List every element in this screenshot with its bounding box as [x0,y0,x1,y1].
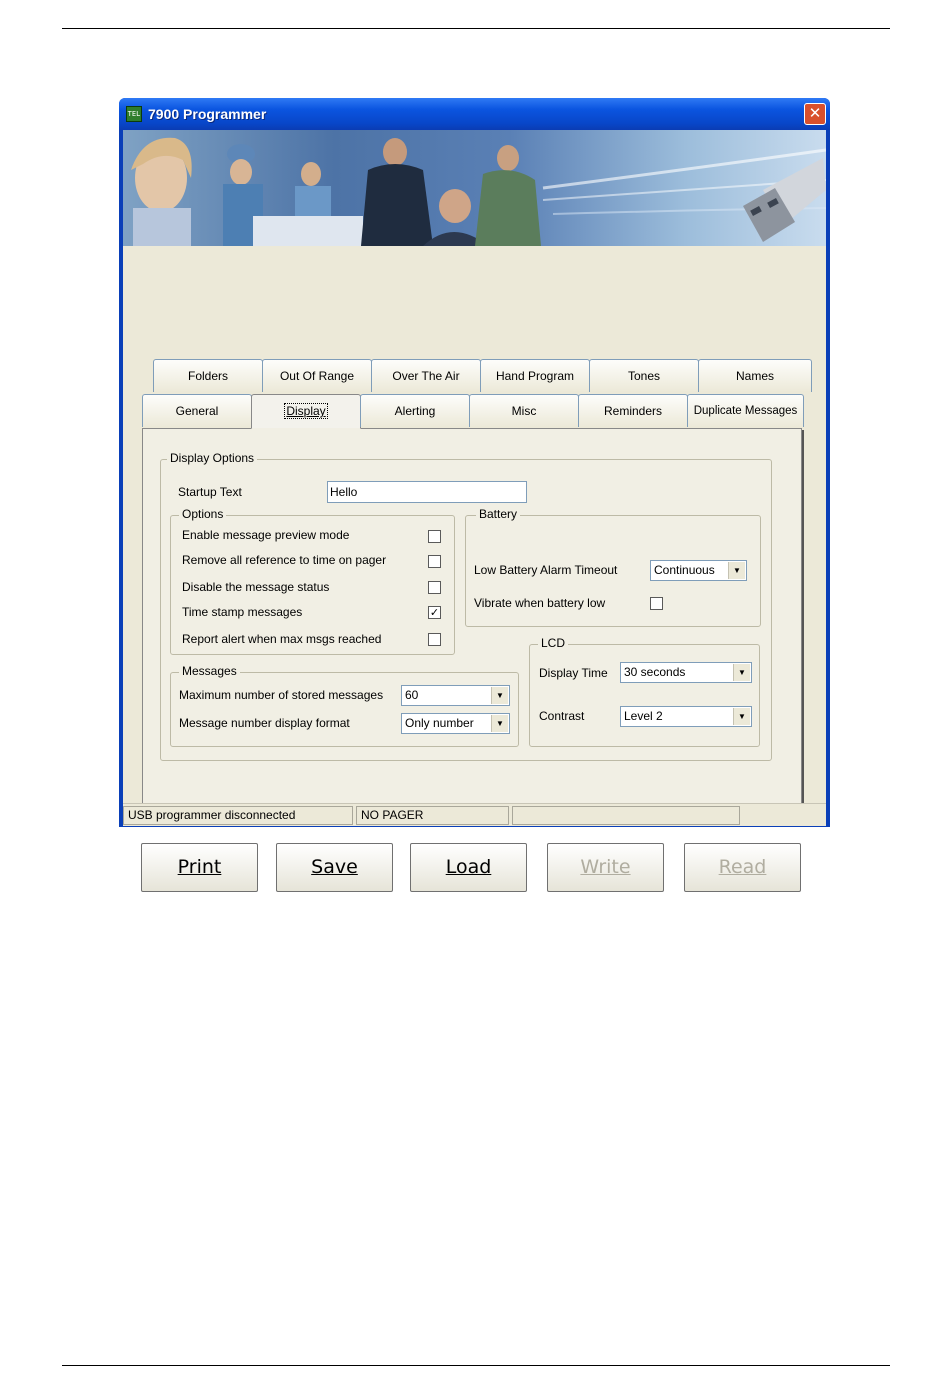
option-label-remove-time: Remove all reference to time on pager [182,553,387,567]
page-top-rule [62,28,890,29]
programmer-window: TEL 7900 Programmer ✕ Folders Out Of Ran… [119,98,830,892]
display-time-label: Display Time [539,666,608,680]
read-button-label: Read [718,856,767,878]
tab-duplicate-messages[interactable]: Duplicate Messages [687,394,804,427]
tab-display[interactable]: Display [251,394,361,429]
close-icon[interactable]: ✕ [804,103,826,125]
write-button[interactable]: Write [547,843,664,892]
max-stored-value: 60 [405,688,419,702]
contrast-value: Level 2 [624,709,663,723]
title-bar[interactable]: TEL 7900 Programmer ✕ [119,98,830,130]
messages-group-label: Messages [179,664,240,678]
app-icon: TEL [126,106,142,122]
status-extra [512,806,740,825]
option-label-disable-status: Disable the message status [182,580,330,594]
chevron-down-icon[interactable]: ▼ [733,664,750,681]
number-format-dropdown[interactable]: Only number ▼ [401,713,510,734]
save-button-label: Save [311,856,358,878]
alarm-timeout-value: Continuous [654,563,715,577]
chevron-down-icon[interactable]: ▼ [491,715,508,732]
max-stored-label: Maximum number of stored messages [179,688,384,702]
print-button-label: Print [177,856,222,878]
banner-illustration [131,137,826,246]
display-options-label: Display Options [167,451,258,465]
lcd-group-label: LCD [538,636,569,650]
checkbox-disable-status[interactable] [428,581,441,594]
tab-hand-program[interactable]: Hand Program [480,359,590,392]
checkbox-remove-time[interactable] [428,555,441,568]
tab-over-the-air[interactable]: Over The Air [371,359,481,392]
display-options-group: Display Options Startup Text Hello Optio… [160,451,772,761]
tab-tones[interactable]: Tones [589,359,699,392]
chevron-down-icon[interactable]: ▼ [733,708,750,725]
checkbox-vibrate[interactable] [650,597,663,610]
read-button[interactable]: Read [684,843,801,892]
window-title: 7900 Programmer [148,106,267,122]
checkbox-preview-mode[interactable] [428,530,441,543]
tab-reminders[interactable]: Reminders [578,394,688,427]
contrast-dropdown[interactable]: Level 2 ▼ [620,706,752,727]
status-pager: NO PAGER [356,806,509,825]
load-button[interactable]: Load [410,843,527,892]
display-time-dropdown[interactable]: 30 seconds ▼ [620,662,752,683]
battery-group-label: Battery [476,507,521,521]
save-button[interactable]: Save [276,843,393,892]
tab-alerting[interactable]: Alerting [360,394,470,427]
vibrate-label: Vibrate when battery low [474,596,606,610]
tab-out-of-range[interactable]: Out Of Range [262,359,372,392]
number-format-label: Message number display format [179,716,350,730]
tab-folders[interactable]: Folders [153,359,263,392]
page-bottom-rule [62,1365,890,1366]
alarm-timeout-dropdown[interactable]: Continuous ▼ [650,560,747,581]
alarm-timeout-label: Low Battery Alarm Timeout [474,563,618,577]
display-time-value: 30 seconds [624,665,686,679]
chevron-down-icon[interactable]: ▼ [728,562,745,579]
checkbox-report-alert[interactable] [428,633,441,646]
chevron-down-icon[interactable]: ▼ [491,687,508,704]
window-body: Folders Out Of Range Over The Air Hand P… [123,246,826,892]
print-button[interactable]: Print [141,843,258,892]
option-label-report-alert: Report alert when max msgs reached [182,632,382,646]
messages-group: Messages Maximum number of stored messag… [170,664,519,747]
options-group-label: Options [179,507,227,521]
max-stored-dropdown[interactable]: 60 ▼ [401,685,510,706]
tab-names[interactable]: Names [698,359,812,392]
battery-group: Battery Low Battery Alarm Timeout Contin… [465,507,761,627]
number-format-value: Only number [405,716,474,730]
contrast-label: Contrast [539,709,585,723]
options-group: Options Enable message preview mode Remo… [170,507,455,655]
lcd-group: LCD Display Time 30 seconds ▼ Contrast L… [529,636,760,747]
tab-general[interactable]: General [142,394,252,427]
display-tab-panel: Display Options Startup Text Hello Optio… [142,428,802,824]
header-banner-image [123,130,826,246]
load-button-label: Load [445,856,492,878]
status-bar: USB programmer disconnected NO PAGER [123,803,826,826]
startup-text-input[interactable]: Hello [327,481,527,503]
write-button-label: Write [580,856,631,878]
tab-display-label: Display [284,403,328,419]
startup-text-label: Startup Text [178,485,242,499]
status-connection: USB programmer disconnected [123,806,353,825]
checkbox-time-stamp[interactable]: ✓ [428,606,441,619]
tab-misc[interactable]: Misc [469,394,579,427]
option-label-preview-mode: Enable message preview mode [182,528,350,542]
option-label-time-stamp: Time stamp messages [182,605,303,619]
